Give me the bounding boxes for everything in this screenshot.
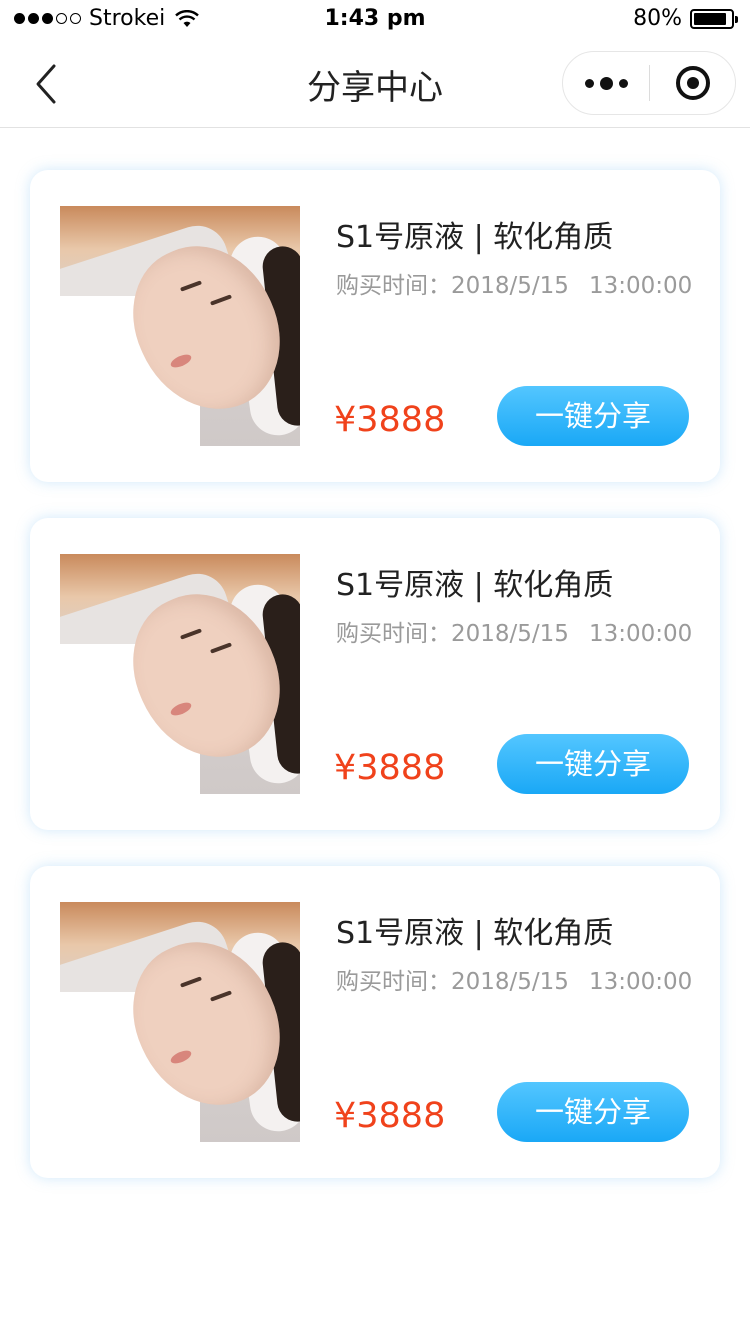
- product-card: S1号原液 | 软化角质 购买时间：2018/5/15 13:00:00 ¥388…: [30, 170, 720, 482]
- more-dots-icon-right: [618, 78, 628, 88]
- nav-bar: 分享中心: [0, 40, 750, 128]
- purchase-clock: 13:00:00: [588, 621, 693, 647]
- product-price: ¥3888: [334, 400, 446, 440]
- product-title: S1号原液 | 软化角质: [336, 916, 614, 951]
- product-price: ¥3888: [334, 1096, 446, 1136]
- status-right: 80%: [633, 6, 738, 31]
- purchase-time-label: 购买时间：: [336, 621, 451, 647]
- purchase-time-label: 购买时间：: [336, 969, 451, 995]
- product-card: S1号原液 | 软化角质 购买时间：2018/5/15 13:00:00 ¥388…: [30, 866, 720, 1178]
- facial-mask-photo: [60, 902, 300, 1142]
- share-button[interactable]: 一键分享: [497, 386, 689, 446]
- target-circle-icon: [675, 66, 710, 100]
- facial-mask-photo: [60, 554, 300, 794]
- purchase-date: 2018/5/15: [451, 969, 569, 995]
- share-button[interactable]: 一键分享: [497, 1082, 689, 1142]
- battery-icon: [690, 8, 738, 29]
- more-dots-icon: [584, 78, 594, 88]
- status-bar: Strokei 1:43 pm 80%: [0, 0, 750, 40]
- purchase-time: 购买时间：2018/5/15 13:00:00: [336, 962, 692, 996]
- purchase-time: 购买时间：2018/5/15 13:00:00: [336, 266, 692, 300]
- product-price: ¥3888: [334, 748, 446, 788]
- purchase-time-label: 购买时间：: [336, 273, 451, 299]
- share-button[interactable]: 一键分享: [497, 734, 689, 794]
- product-title: S1号原液 | 软化角质: [336, 568, 614, 603]
- purchase-clock: 13:00:00: [588, 969, 693, 995]
- product-list: S1号原液 | 软化角质 购买时间：2018/5/15 13:00:00 ¥388…: [30, 170, 720, 1214]
- product-card: S1号原液 | 软化角质 购买时间：2018/5/15 13:00:00 ¥388…: [30, 518, 720, 830]
- purchase-date: 2018/5/15: [451, 273, 569, 299]
- purchase-clock: 13:00:00: [588, 273, 693, 299]
- close-button[interactable]: [650, 52, 735, 114]
- more-button[interactable]: [563, 52, 649, 114]
- mini-program-capsule: [562, 51, 736, 115]
- purchase-time: 购买时间：2018/5/15 13:00:00: [336, 614, 692, 648]
- product-title: S1号原液 | 软化角质: [336, 220, 614, 255]
- facial-mask-photo: [60, 206, 300, 446]
- purchase-date: 2018/5/15: [451, 621, 569, 647]
- battery-percent: 80%: [633, 6, 682, 31]
- more-dots-icon-center: [599, 76, 613, 90]
